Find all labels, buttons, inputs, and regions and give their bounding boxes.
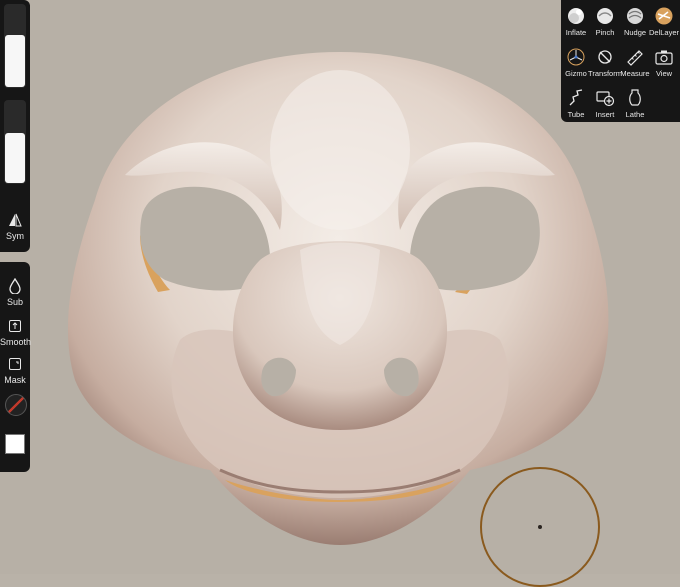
left-toolbar-top: Sym	[0, 0, 30, 252]
tool-dellayer-label: DelLayer	[648, 28, 679, 37]
tool-panel: Inflate Pinch Nudge DelLayer Gizmo Trans	[561, 0, 680, 122]
symmetry-icon	[9, 213, 22, 227]
radius-slider[interactable]	[4, 4, 26, 88]
insert-icon	[596, 91, 615, 107]
radius-slider-fill	[5, 34, 25, 87]
intensity-slider[interactable]	[4, 100, 26, 184]
tool-dellayer[interactable]: DelLayer	[649, 6, 679, 37]
nudge-icon	[627, 8, 643, 24]
tool-view-label: View	[655, 69, 673, 78]
mask-icon	[9, 358, 21, 370]
symmetry-button[interactable]: Sym	[0, 212, 30, 241]
tool-lathe[interactable]: Lathe	[620, 88, 650, 119]
left-toolbar-bottom: Sub Smooth Mask	[0, 262, 32, 472]
ruler-icon	[627, 50, 643, 66]
lathe-icon	[629, 89, 641, 106]
smooth-label: Smooth	[0, 337, 32, 347]
intensity-slider-fill	[5, 132, 25, 183]
mask-label: Mask	[4, 375, 26, 385]
gizmo-icon	[567, 48, 585, 66]
camera-icon	[655, 50, 673, 65]
tube-icon	[569, 89, 583, 106]
drop-icon	[9, 278, 21, 294]
tool-view[interactable]: View	[649, 47, 679, 78]
transform-icon	[598, 50, 612, 64]
smooth-icon	[9, 320, 21, 332]
sub-button[interactable]: Sub	[0, 278, 30, 307]
pinch-icon	[597, 8, 613, 24]
mask-button[interactable]: Mask	[0, 356, 30, 385]
material-color-swatch[interactable]	[5, 434, 25, 454]
inflate-icon	[568, 8, 584, 24]
layer-icon	[655, 7, 673, 25]
symmetry-label: Sym	[6, 231, 24, 241]
smooth-button[interactable]: Smooth	[0, 318, 32, 347]
tool-lathe-label: Lathe	[625, 110, 645, 119]
brush-center-dot	[538, 525, 542, 529]
sub-label: Sub	[6, 297, 23, 307]
brush-color-swatch[interactable]	[5, 394, 27, 416]
